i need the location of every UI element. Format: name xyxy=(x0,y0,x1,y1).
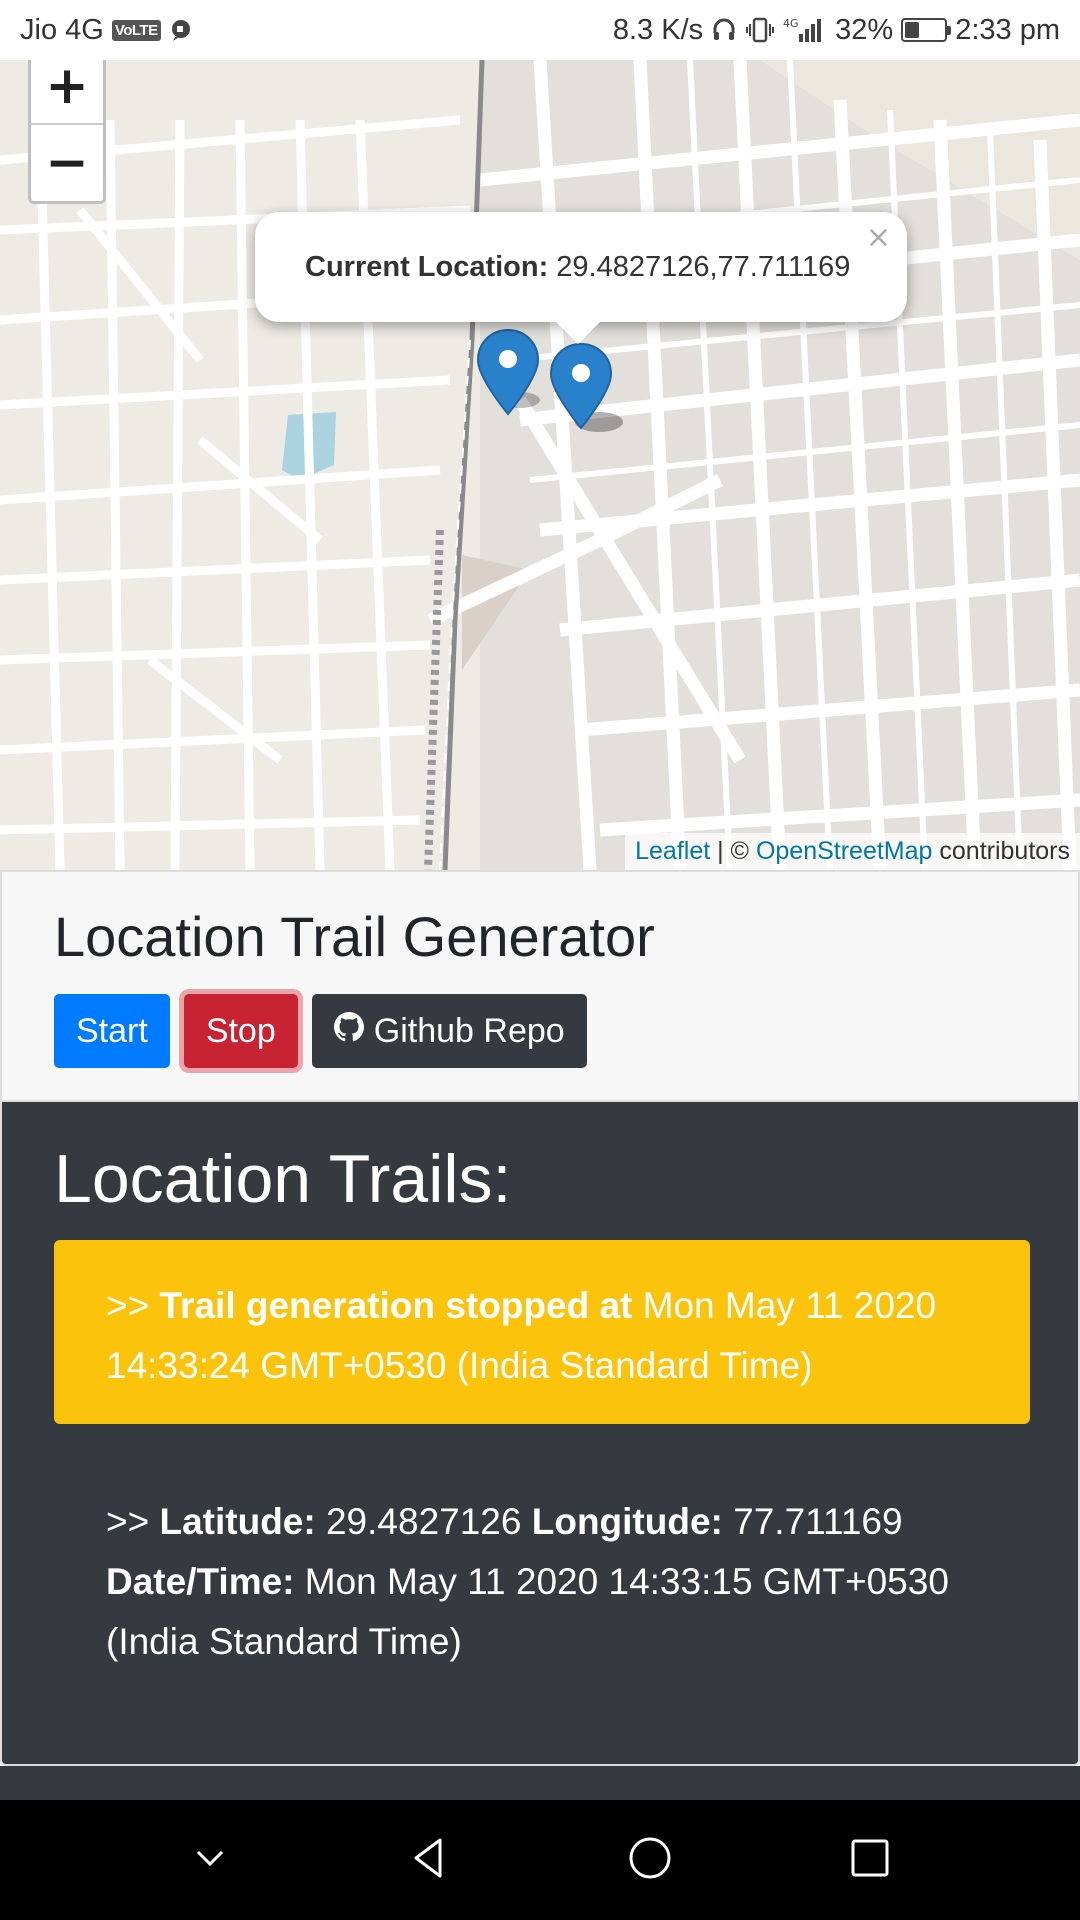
battery-icon xyxy=(901,18,952,42)
back-button[interactable] xyxy=(390,1820,470,1900)
osm-link[interactable]: OpenStreetMap xyxy=(756,837,933,865)
status-right: 8.3 K/s 4G 32% 2:33 pm xyxy=(613,14,1060,47)
status-bar: Jio 4G VoLTE 8.3 K/s 4G 32% 2:33 pm xyxy=(0,0,1080,60)
github-repo-button[interactable]: Github Repo xyxy=(311,994,587,1068)
alert-prefix: >> xyxy=(106,1285,160,1326)
recents-square-icon xyxy=(850,1838,890,1883)
attribution-separator: | © xyxy=(710,837,756,865)
controls-card: Location Trail Generator Start Stop Gith… xyxy=(0,870,1080,1102)
status-left: Jio 4G VoLTE xyxy=(20,14,193,47)
github-icon xyxy=(333,1011,364,1051)
longitude-label: Longitude: xyxy=(531,1501,723,1542)
page-bottom xyxy=(0,1766,1080,1800)
navigation-bar xyxy=(0,1800,1080,1920)
latitude-label: Latitude: xyxy=(159,1501,316,1542)
battery-percent: 32% xyxy=(835,13,894,46)
alert-bold: Trail generation stopped at xyxy=(159,1285,633,1326)
map-attribution: Leaflet | © OpenStreetMap contributors xyxy=(625,833,1080,870)
trails-title: Location Trails: xyxy=(54,1141,512,1217)
location-popup: Current Location: 29.4827126,77.711169 × xyxy=(255,212,907,322)
hide-keyboard-button[interactable] xyxy=(170,1820,250,1900)
home-button[interactable] xyxy=(610,1820,690,1900)
page-title: Location Trail Generator xyxy=(54,905,655,968)
zoom-out-button[interactable]: − xyxy=(31,125,103,201)
leaflet-link[interactable]: Leaflet xyxy=(635,837,710,865)
recents-button[interactable] xyxy=(830,1820,910,1900)
entry-prefix: >> xyxy=(106,1501,160,1542)
signal-icon: 4G xyxy=(783,16,827,44)
button-group: Start Stop Github Repo xyxy=(54,994,587,1068)
stopped-alert: >> Trail generation stopped at Mon May 1… xyxy=(54,1240,1030,1424)
attribution-contributors: contributors xyxy=(932,837,1070,865)
trail-entry: >> Latitude: 29.4827126 Longitude: 77.71… xyxy=(106,1492,1006,1672)
map-marker[interactable] xyxy=(476,328,540,423)
carrier-label: Jio 4G xyxy=(20,13,104,46)
svg-text:4G: 4G xyxy=(783,17,799,30)
start-button[interactable]: Start xyxy=(54,994,170,1068)
map-tiles[interactable] xyxy=(0,60,1080,870)
popup-value: 29.4827126,77.711169 xyxy=(556,250,851,283)
chat-icon xyxy=(169,18,193,42)
stop-button[interactable]: Stop xyxy=(183,994,298,1068)
latitude-value: 29.4827126 xyxy=(315,1501,532,1542)
popup-tip xyxy=(552,318,604,344)
net-speed: 8.3 K/s xyxy=(612,13,704,46)
datetime-label: Date/Time: xyxy=(106,1561,295,1602)
headphones-icon xyxy=(711,17,737,43)
longitude-value: 77.711169 xyxy=(722,1501,903,1542)
popup-close-button[interactable]: × xyxy=(866,220,891,255)
github-label: Github Repo xyxy=(373,1011,565,1050)
zoom-control: + − xyxy=(28,60,106,204)
clock: 2:33 pm xyxy=(955,13,1060,46)
volte-badge: VoLTE xyxy=(111,19,161,41)
trails-section: Location Trails: >> Trail generation sto… xyxy=(0,1102,1080,1766)
map-view[interactable]: + − Current Location: 29.4827126,77.7111… xyxy=(0,60,1080,870)
vibrate-icon xyxy=(745,16,775,44)
chevron-down-icon xyxy=(190,1838,230,1883)
back-triangle-icon xyxy=(408,1836,452,1885)
map-marker-current[interactable] xyxy=(549,342,629,447)
popup-label: Current Location: xyxy=(305,250,549,283)
zoom-in-button[interactable]: + xyxy=(31,60,103,125)
home-circle-icon xyxy=(628,1836,672,1885)
